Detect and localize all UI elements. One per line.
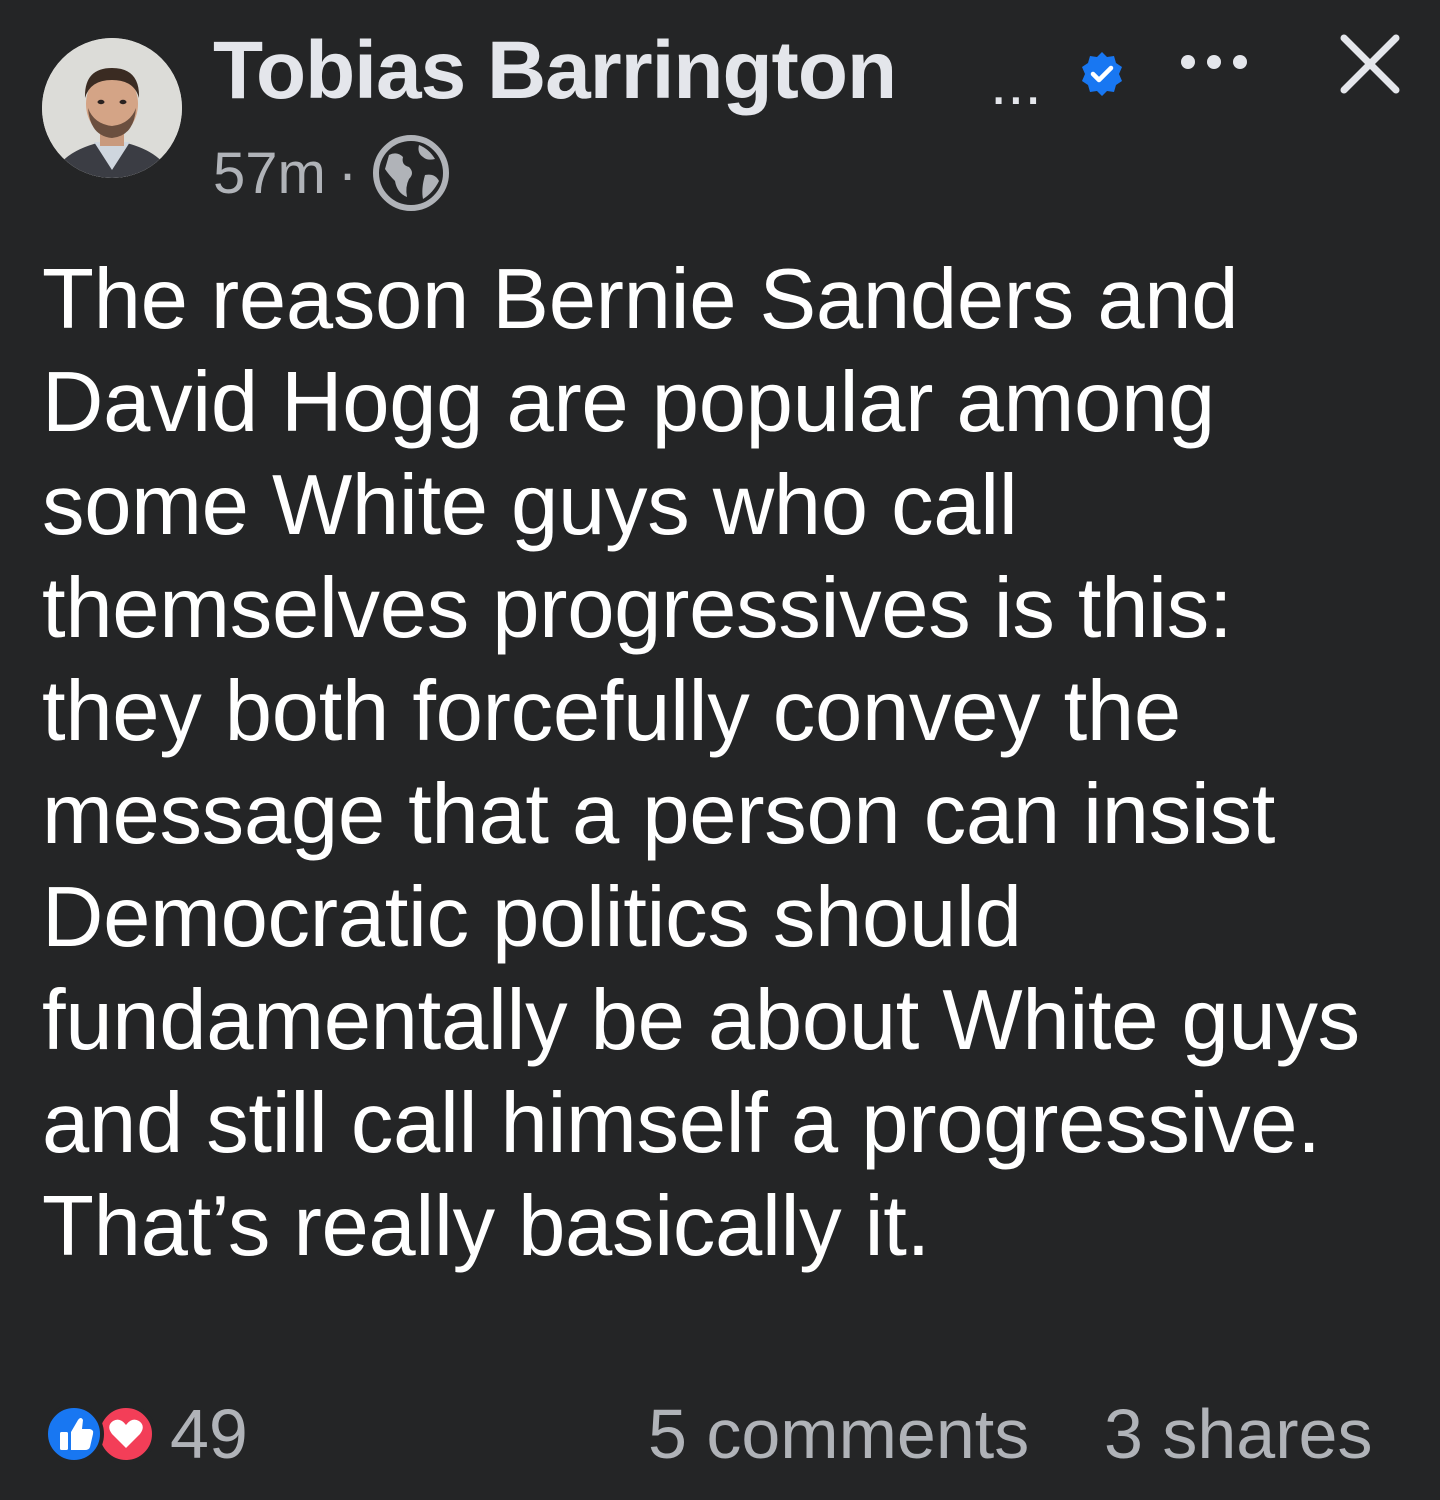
reaction-count[interactable]: 49: [170, 1394, 248, 1474]
close-icon[interactable]: [1338, 32, 1402, 96]
like-icon: [44, 1404, 104, 1464]
meta-separator: ·: [337, 140, 358, 206]
post-meta: 57m ·: [213, 135, 451, 211]
post-header: Tobias Barrington ... 57m ·: [0, 0, 1440, 230]
reactions-summary[interactable]: [40, 1402, 160, 1466]
author-name-truncation: ...: [990, 49, 1042, 118]
verified-badge-icon: [1082, 52, 1122, 96]
more-horizontal-icon[interactable]: [1178, 50, 1250, 74]
post-timestamp[interactable]: 57m: [213, 140, 326, 207]
love-icon: [96, 1404, 156, 1464]
comments-count-link[interactable]: 5 comments: [648, 1394, 1029, 1474]
globe-icon: [373, 135, 450, 211]
post-body-text: The reason Bernie Sanders and David Hogg…: [42, 252, 1360, 1274]
shares-count-link[interactable]: 3 shares: [1104, 1394, 1372, 1474]
author-name[interactable]: Tobias Barrington: [213, 24, 897, 118]
author-avatar[interactable]: [42, 38, 182, 178]
engagement-bar: 49 5 comments 3 shares: [0, 1390, 1440, 1490]
